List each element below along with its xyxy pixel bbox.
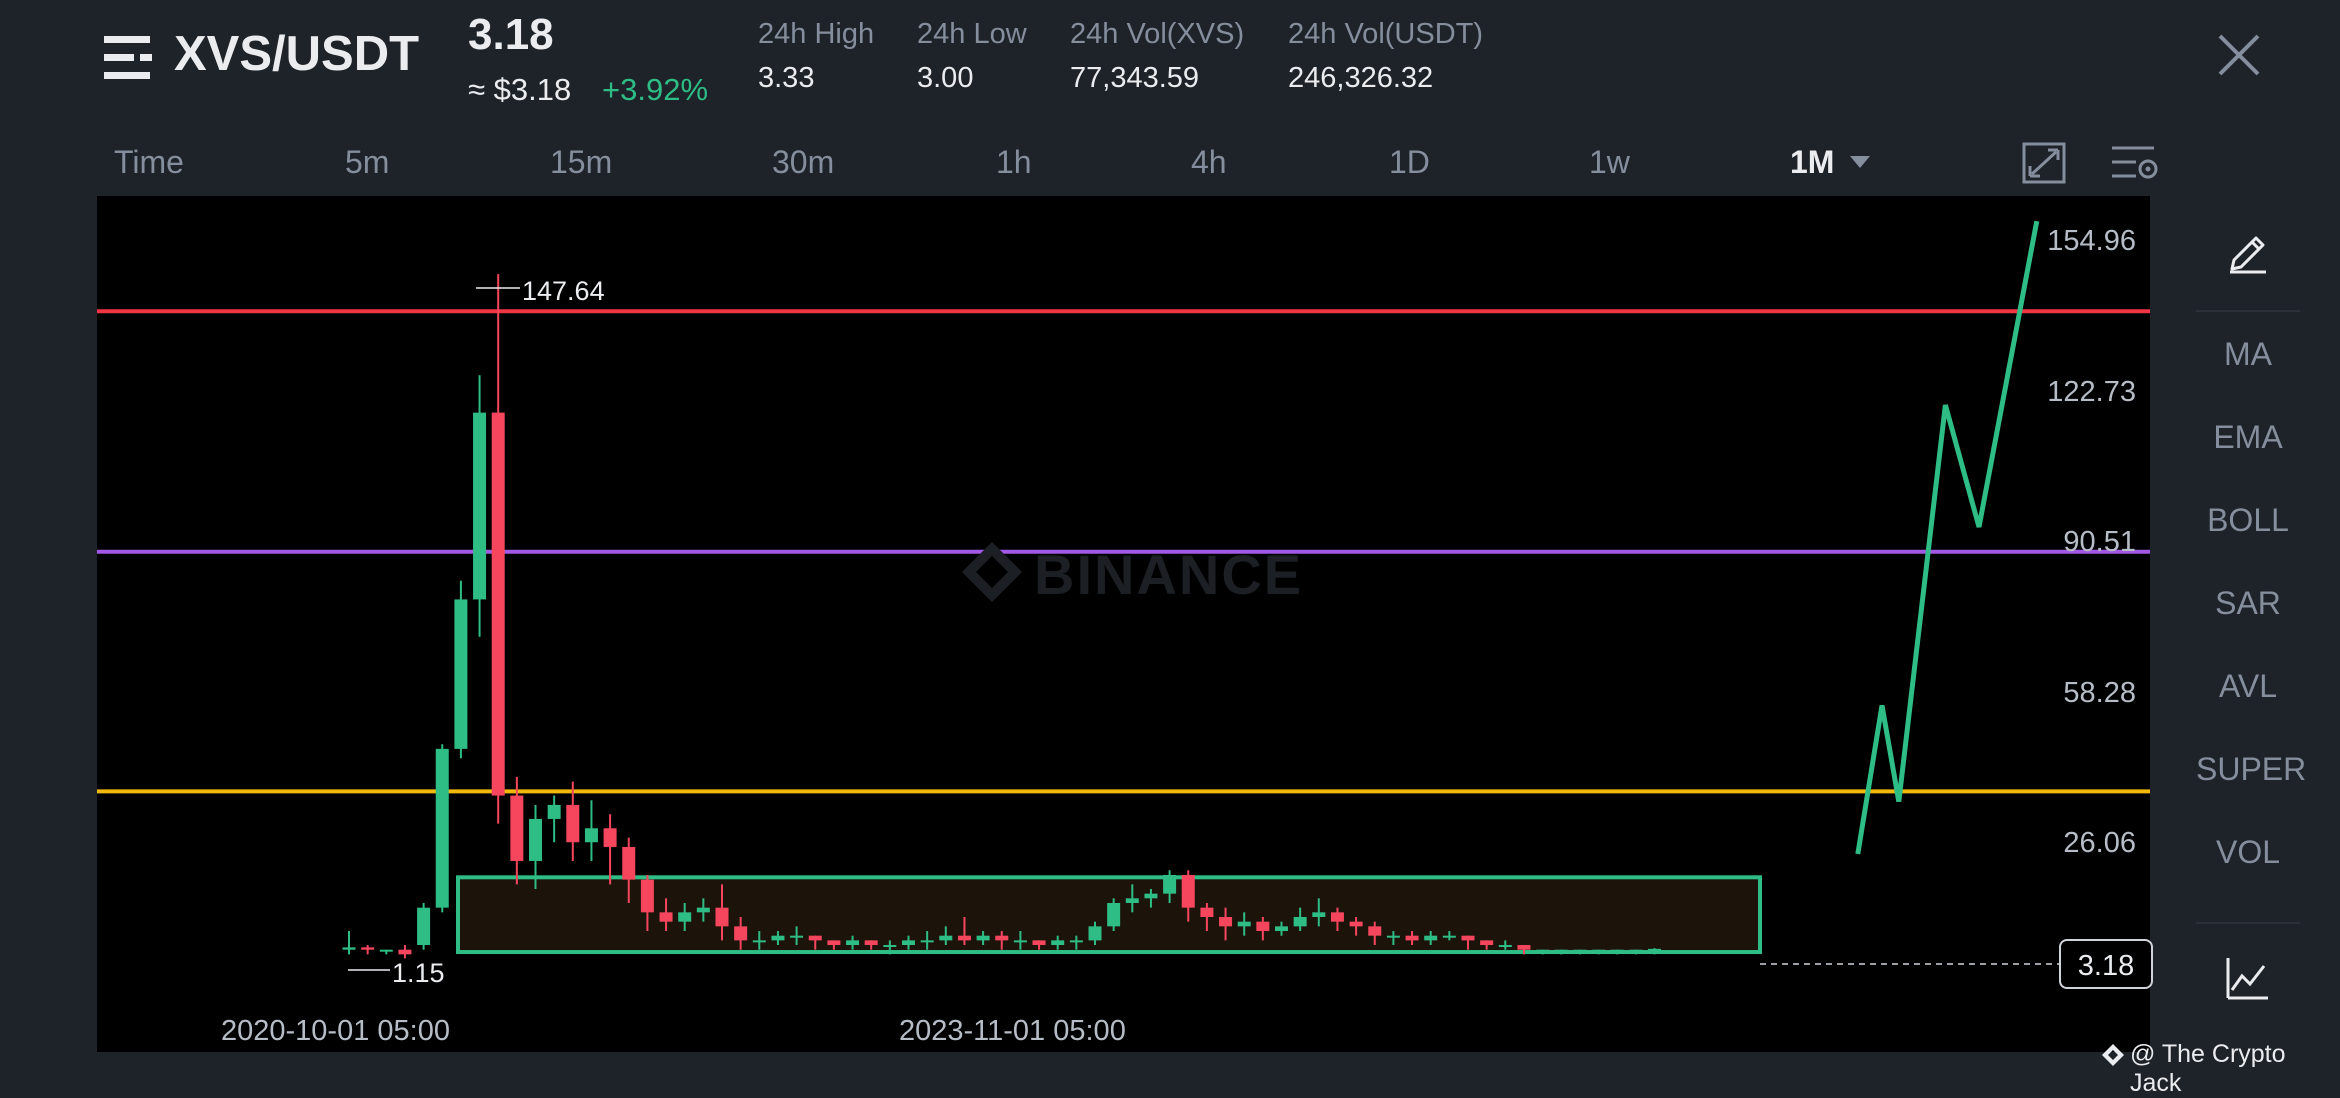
candle-body [1293,917,1307,927]
candle-body [1386,935,1400,938]
candle-body [342,947,356,950]
candle-body [398,949,412,955]
candle-body [1349,921,1363,927]
candle-body [790,935,804,938]
candle-body [566,804,580,843]
candle-body [752,940,766,943]
candle-body [1237,921,1251,927]
indicator-sar[interactable]: SAR [2196,585,2300,622]
candle-body [1163,874,1177,894]
line-chart-icon[interactable] [2224,956,2270,1002]
candle-body [864,940,878,946]
candle-body [939,935,953,941]
candle-body [808,935,822,941]
candle-body [1573,949,1587,952]
indicator-avl[interactable]: AVL [2196,668,2300,705]
y-tick: 122.73 [2047,376,2136,408]
candle-body [1144,893,1158,899]
y-tick: 90.51 [2063,526,2136,558]
candle-body [1200,907,1214,918]
indicator-vol[interactable]: VOL [2196,834,2300,871]
candle-body [1275,926,1288,932]
candle-body [1069,940,1083,943]
candle-body [1013,940,1027,943]
candle-body [1442,935,1456,938]
credit-text: @ The Crypto Jack [2130,1040,2286,1097]
candle-body [1424,935,1438,941]
candle-body [547,804,561,819]
candle-body [883,945,897,948]
high-price-label: 147.64 [522,276,605,306]
candle-body [715,907,729,927]
projection-path [1855,220,2040,855]
candle-body [417,907,431,946]
candle-body [491,412,505,796]
binance-watermark: BINANCE [1034,543,1303,606]
candle-body [659,912,673,922]
candle-body [1592,949,1606,952]
candle-body [1368,926,1382,936]
candle-body [1405,935,1419,941]
candle-body [435,748,449,908]
candle-body [529,818,542,861]
candle-body [1051,940,1065,946]
candle-body [1517,945,1531,950]
x-tick: 2023-11-01 05:00 [899,1015,1126,1047]
candle-body [622,846,636,880]
candle-body [846,940,860,946]
candle-body [1181,874,1195,908]
candle-body [584,828,598,843]
candle-body [976,935,990,941]
candle-body [510,795,524,861]
candle-body [920,940,934,943]
candle-body [1480,940,1494,946]
candle-body [1554,949,1568,952]
candle-body [473,412,487,600]
indicator-super[interactable]: SUPER [2196,751,2306,788]
candle-body [1536,949,1550,952]
candle-body [1032,940,1046,946]
candle-body [1610,949,1624,952]
candle-body [734,926,748,941]
candlestick-chart: BINANCE 154.96 122.73 90.51 58.28 26.06 … [97,220,2153,1047]
candle-body [995,935,1009,941]
candle-body [827,940,841,946]
toolbar-divider [2196,310,2300,312]
candle-body [771,935,785,941]
indicator-boll[interactable]: BOLL [2196,502,2300,539]
candle-body [1461,935,1475,941]
y-tick: 26.06 [2063,827,2136,859]
candle-body [379,949,393,952]
candle-body [1498,945,1512,948]
candle-body [1125,898,1139,903]
candle-body [1107,902,1121,927]
candle-body [361,947,375,950]
candle-body [696,907,710,913]
candle-body [603,828,617,847]
candle-body [902,940,915,946]
toolbar-divider [2196,922,2300,924]
candle-body [1088,926,1102,941]
candle-body [678,912,692,922]
candle-body [1330,912,1344,922]
binance-diamond-icon [2102,1044,2124,1066]
indicator-ema[interactable]: EMA [2196,419,2300,456]
candle-body [454,599,468,749]
indicator-ma[interactable]: MA [2196,336,2300,373]
candle-body [1629,949,1643,952]
candle-body [1256,921,1270,932]
x-tick: 2020-10-01 05:00 [221,1015,450,1047]
candle-body [640,879,654,913]
pencil-icon[interactable] [2226,230,2270,274]
y-tick: 154.96 [2047,225,2136,257]
candle-body [957,935,971,941]
candle-body [1648,948,1661,951]
current-price-value: 3.18 [2078,950,2134,982]
y-tick: 58.28 [2063,677,2136,709]
low-price-label: 1.15 [392,958,445,988]
candle-body [1219,917,1233,927]
candle-body [1312,912,1326,918]
